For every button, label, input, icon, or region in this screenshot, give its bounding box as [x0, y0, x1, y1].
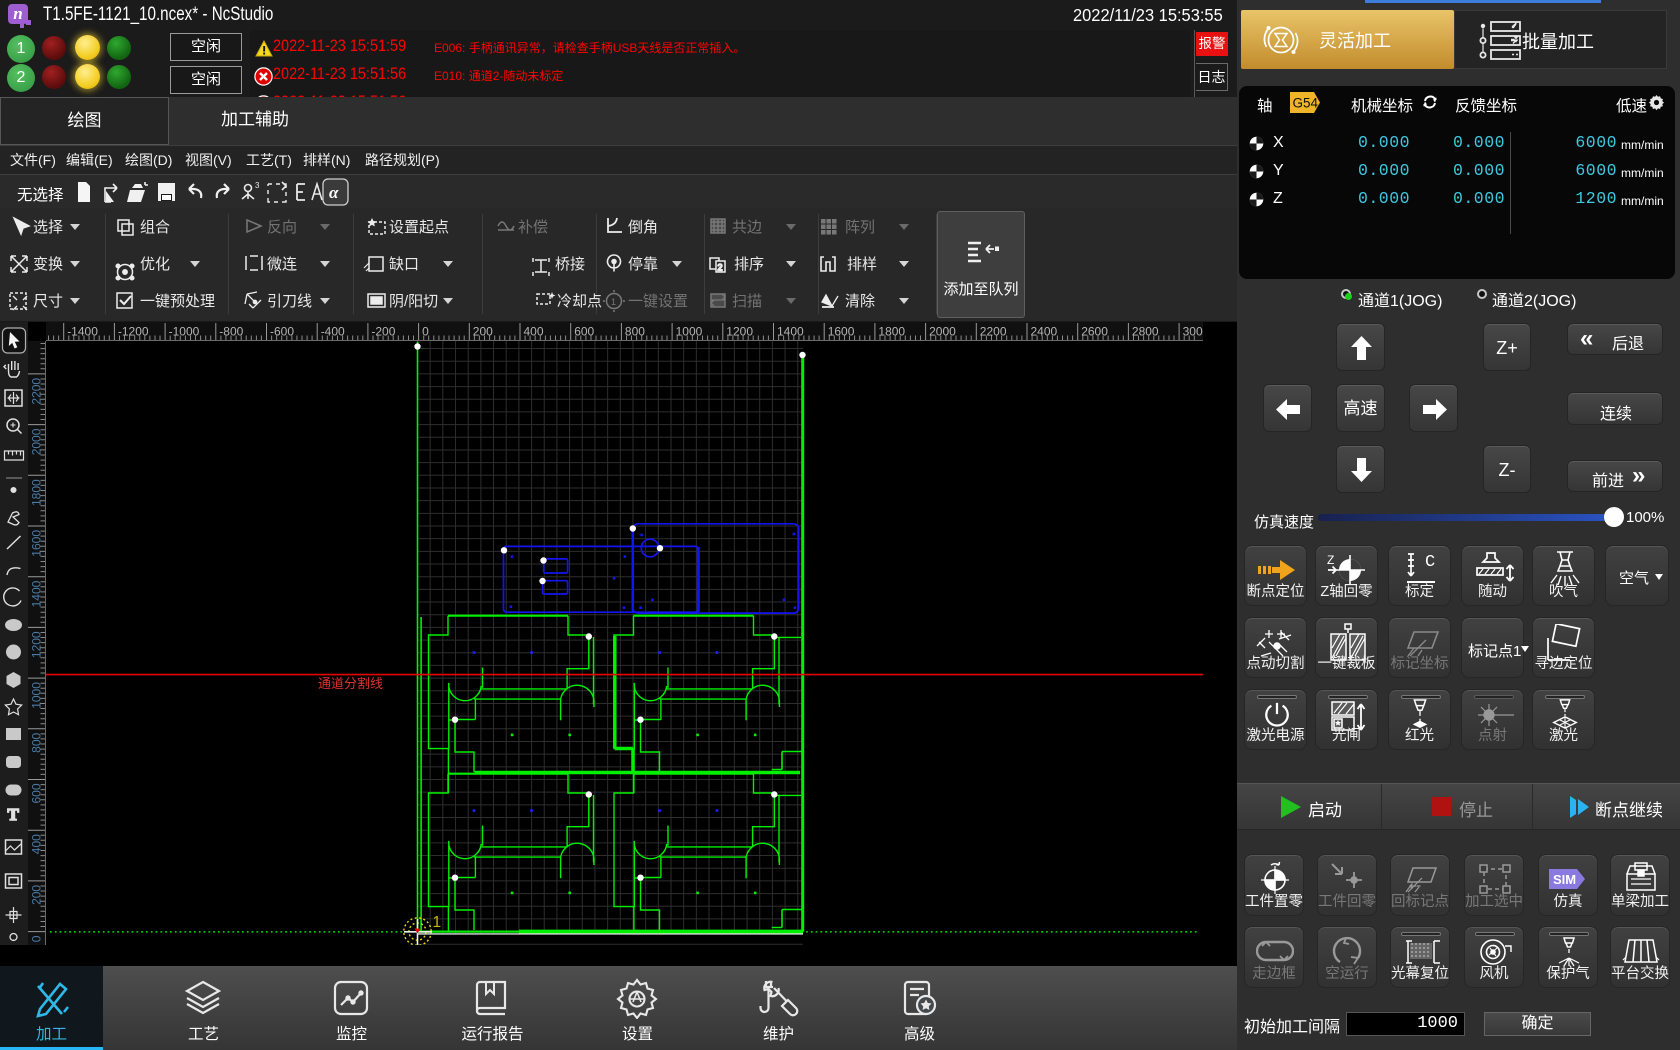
svg-text:-800: -800 [219, 325, 243, 339]
svg-text:1000: 1000 [676, 325, 703, 339]
svg-text:-400: -400 [321, 325, 345, 339]
svg-text:1: 1 [611, 297, 616, 307]
svg-text:-200: -200 [371, 325, 395, 339]
svg-text:-1000: -1000 [169, 325, 200, 339]
svg-text:200: 200 [30, 885, 44, 905]
svg-text:通道分割线: 通道分割线 [318, 676, 383, 691]
svg-text:600: 600 [574, 325, 594, 339]
svg-text:800: 800 [625, 325, 645, 339]
svg-text:2200: 2200 [30, 378, 44, 405]
svg-text:2200: 2200 [980, 325, 1007, 339]
svg-text:2000: 2000 [30, 428, 44, 455]
svg-text:Z: Z [1327, 553, 1334, 567]
svg-text:0: 0 [30, 935, 44, 942]
svg-text:1800: 1800 [878, 325, 905, 339]
svg-text:2400: 2400 [1031, 325, 1058, 339]
svg-text:G54: G54 [1293, 96, 1319, 111]
svg-text:3000: 3000 [1183, 325, 1203, 339]
svg-text:-600: -600 [270, 325, 294, 339]
svg-text:C: C [1425, 553, 1435, 572]
svg-text:SIM: SIM [1553, 872, 1576, 887]
svg-text:1600: 1600 [828, 325, 855, 339]
svg-text:1600: 1600 [30, 530, 44, 557]
svg-text:2: 2 [718, 263, 723, 273]
svg-text:600: 600 [30, 783, 44, 803]
svg-text:-1400: -1400 [67, 325, 98, 339]
svg-text:1200: 1200 [30, 631, 44, 658]
svg-text:400: 400 [524, 325, 544, 339]
svg-text:2600: 2600 [1081, 325, 1108, 339]
svg-text:800: 800 [30, 732, 44, 752]
svg-text:200: 200 [473, 325, 493, 339]
svg-text:1400: 1400 [30, 580, 44, 607]
svg-text:α: α [329, 183, 339, 202]
svg-text:1000: 1000 [30, 682, 44, 709]
svg-text:1: 1 [433, 914, 442, 931]
svg-text:-1200: -1200 [118, 325, 149, 339]
svg-text:1800: 1800 [30, 479, 44, 506]
svg-text:0: 0 [422, 325, 429, 339]
svg-text:2800: 2800 [1132, 325, 1159, 339]
svg-text:T: T [8, 805, 20, 824]
svg-text:1400: 1400 [777, 325, 804, 339]
svg-text:2000: 2000 [929, 325, 956, 339]
svg-text:1200: 1200 [726, 325, 753, 339]
svg-text:3: 3 [255, 181, 260, 190]
svg-text:400: 400 [30, 834, 44, 854]
